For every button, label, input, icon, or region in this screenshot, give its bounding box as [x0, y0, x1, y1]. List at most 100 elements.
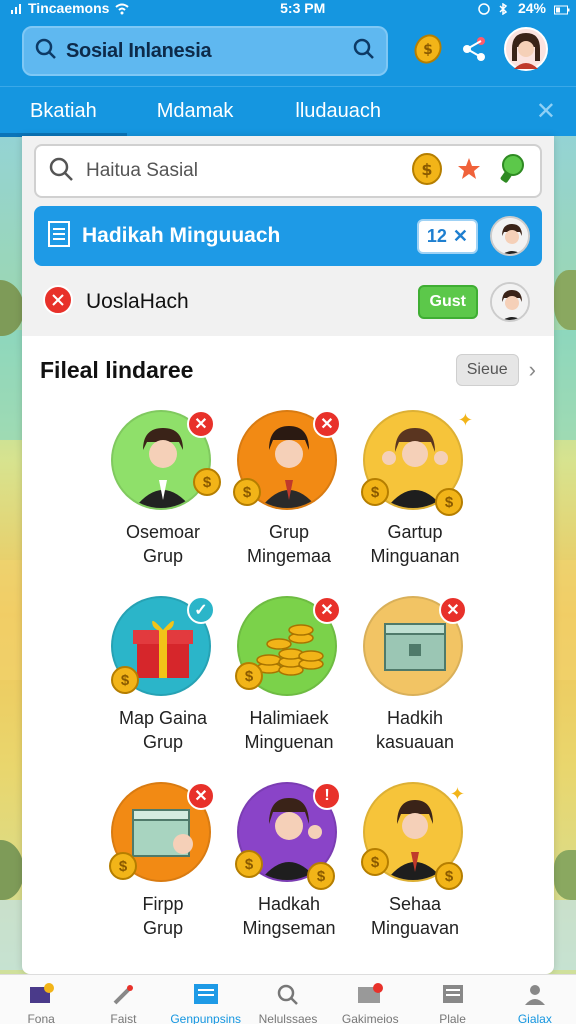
nav-item-fona[interactable]: Fona [5, 975, 77, 1024]
nav-label: Faist [110, 1012, 137, 1024]
nav-label: Nelulssaes [258, 1012, 318, 1024]
lightbulb-icon[interactable] [494, 152, 528, 191]
nav-item-gakimeios[interactable]: Gakimeios [334, 975, 406, 1024]
card-label: Grup Mingemaa [246, 522, 332, 566]
card-label: Map Gaina Grup [118, 708, 208, 752]
coin-icon: $ [361, 848, 389, 876]
coin-icon: $ [109, 852, 137, 880]
card-label: Hadkih kasuauan [375, 708, 455, 752]
section-header: Fileal lindaree Sieue › [22, 336, 554, 396]
top-header: Sosial Inlanesia $ [0, 16, 576, 86]
main-panel: Haitua Sasial $ Hadikah Minguuach 12 ✕ U… [22, 136, 554, 974]
group-card[interactable]: $ $ ✦ Gartup Minguanan [352, 410, 478, 568]
close-icon[interactable]: ✕ [187, 410, 215, 438]
share-icon[interactable] [460, 35, 488, 68]
sparkle-icon: ✦ [449, 784, 465, 804]
global-search-bar[interactable]: Sosial Inlanesia [22, 26, 388, 76]
coin-icon: $ [361, 478, 389, 506]
star-icon[interactable] [456, 156, 482, 187]
list-icon [48, 220, 70, 252]
coin-icon: $ [307, 862, 335, 890]
card-label: Gartup Minguanan [370, 522, 460, 566]
group-card[interactable]: ! $ $ Hadkah Mingseman [226, 782, 352, 940]
search-icon [276, 983, 300, 1010]
avatar[interactable] [490, 216, 530, 256]
coin-icon: $ [111, 666, 139, 694]
list-icon [441, 983, 465, 1010]
tab-mdamak[interactable]: Mdamak [127, 87, 266, 137]
close-icon[interactable]: ✕ [187, 782, 215, 810]
battery-label: 24% [517, 0, 546, 16]
group-card[interactable]: ✕ $ Osemoar Grup [100, 410, 226, 568]
tab-label: Bkatiah [30, 100, 97, 122]
status-bar: Tincaemons 5:3 PM 24% [0, 0, 576, 16]
check-icon[interactable]: ✓ [187, 596, 215, 624]
svg-text:$: $ [423, 42, 433, 58]
tab-label: Mdamak [156, 100, 234, 122]
pencil-icon [111, 983, 135, 1010]
group-card[interactable]: ✕ $ Firpp Grup [100, 782, 226, 940]
coin-icon: $ [435, 488, 463, 516]
group-card[interactable]: ✕ Hadkih kasuauan [352, 596, 478, 754]
nav-item-nelulssaes[interactable]: Nelulssaes [252, 975, 324, 1024]
group-row[interactable]: Hadikah Minguuach 12 ✕ [34, 206, 542, 266]
coin-icon[interactable]: $ [410, 152, 444, 191]
tab-lludauach[interactable]: lludauach [265, 87, 413, 137]
game-icon [356, 983, 384, 1010]
nav-label: Fona [27, 1012, 55, 1024]
wifi-icon [115, 2, 130, 15]
nav-item-faist[interactable]: Faist [87, 975, 159, 1024]
svg-text:$: $ [421, 160, 432, 179]
bluetooth-icon [498, 2, 510, 16]
nav-item-plale[interactable]: Plale [417, 975, 489, 1024]
panel-top: Haitua Sasial $ Hadikah Minguuach 12 ✕ U… [22, 136, 554, 336]
chevron-right-icon[interactable]: › [529, 357, 536, 383]
group-card[interactable]: ✕ $ Halimiaek Minguenan [226, 596, 352, 754]
home-icon [28, 983, 55, 1010]
carrier-label: Tincaemons [28, 0, 110, 16]
card-label: Sehaa Minguavan [370, 894, 460, 938]
avatar[interactable] [504, 26, 548, 76]
count-value: 12 [426, 225, 447, 246]
close-icon[interactable]: ✕ [453, 226, 468, 247]
coin-icon[interactable]: $ [412, 33, 444, 70]
tab-label: lludauach [295, 100, 382, 122]
nav-label: Plale [439, 1012, 466, 1024]
clock: 5:3 PM [280, 0, 326, 16]
app-title: Sosial Inlanesia [66, 39, 212, 62]
remove-icon[interactable] [42, 284, 74, 321]
guest-button[interactable]: Gust [417, 285, 478, 319]
sparkle-icon: ✦ [457, 410, 473, 430]
nav-label: Gialax [517, 1012, 552, 1024]
close-icon[interactable]: ✕ [313, 596, 341, 624]
profile-icon [523, 983, 547, 1010]
search-icon[interactable] [352, 37, 376, 66]
close-icon[interactable]: ✕ [536, 97, 556, 126]
group-name: Hadikah Minguuach [82, 224, 281, 247]
alarm-icon [478, 2, 490, 15]
group-card[interactable]: ✓ $ Map Gaina Grup [100, 596, 226, 754]
group-card[interactable]: ✕ $ Grup Mingemaa [226, 410, 352, 568]
nav-item-gialax[interactable]: Gialax [499, 975, 571, 1024]
search-input[interactable]: Haitua Sasial $ [34, 144, 542, 198]
card-label: Halimiaek Minguenan [244, 708, 334, 752]
tab-bar: Bkatiah Mdamak lludauach ✕ [0, 86, 576, 137]
coin-icon: $ [193, 468, 221, 496]
close-icon[interactable]: ✕ [439, 596, 467, 624]
count-badge[interactable]: 12 ✕ [416, 218, 478, 254]
signal-icon [10, 2, 22, 14]
battery-icon [554, 2, 570, 15]
nav-label: Genpunpsins [170, 1012, 242, 1024]
nav-label: Gakimeios [341, 1012, 399, 1024]
tab-bkatiah[interactable]: Bkatiah [0, 87, 127, 137]
see-all-button[interactable]: Sieue [455, 354, 519, 386]
avatar[interactable] [490, 282, 530, 322]
user-name: UoslaHach [86, 290, 189, 313]
section-title: Fileal lindaree [40, 356, 194, 383]
group-card[interactable]: $ $ ✦ Sehaa Minguavan [352, 782, 478, 940]
nav-item-genpunpsins[interactable]: Genpunpsins [170, 975, 242, 1024]
user-row[interactable]: UoslaHach Gust [34, 272, 542, 332]
notification-icon[interactable]: ! [313, 782, 341, 810]
coin-icon: $ [235, 662, 263, 690]
close-icon[interactable]: ✕ [313, 410, 341, 438]
